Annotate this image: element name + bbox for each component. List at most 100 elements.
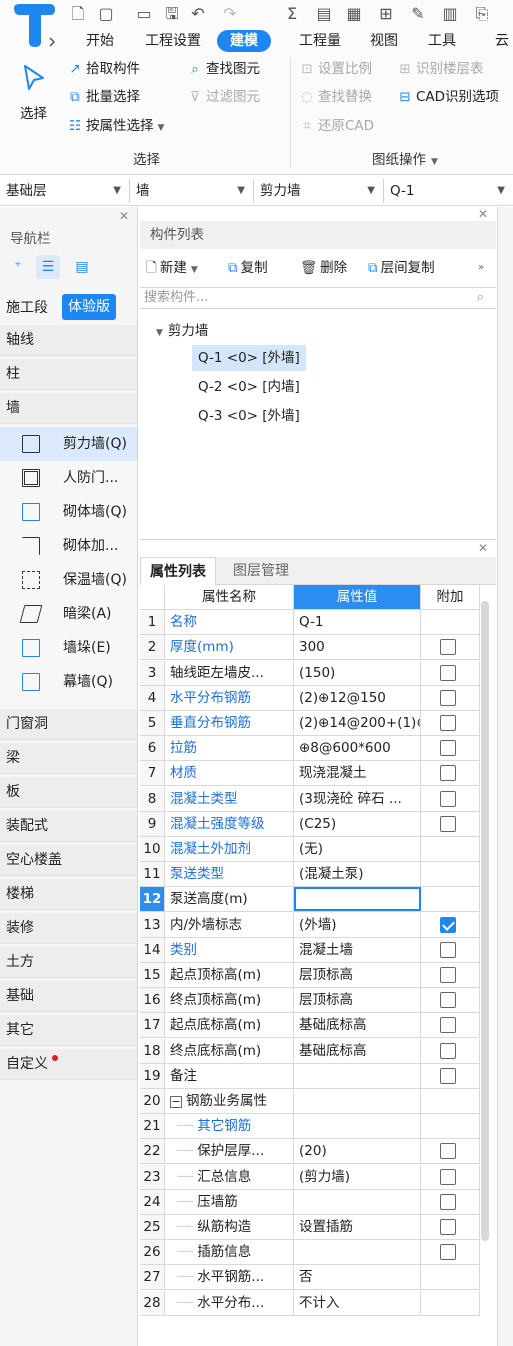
grid-icon[interactable]: ▦ [344,4,364,24]
component-select[interactable]: Q-1 ▼ [384,179,513,203]
undo-icon[interactable]: ↶ [188,4,208,24]
tab-view[interactable]: 视图 [366,30,402,52]
property-value[interactable]: 层顶标高 [294,963,421,987]
attach-checkbox[interactable] [440,1143,456,1160]
export-icon[interactable]: ⎘ [472,4,492,24]
group-drawing-ops-button[interactable]: 图纸操作 ▼ [372,148,438,168]
nav-category-hollow-floor[interactable]: 空心楼盖 [0,845,137,876]
property-value[interactable] [294,1114,421,1139]
nav-item-insulation-wall[interactable]: 保温墙(Q) [0,563,137,597]
attach-checkbox[interactable] [440,715,456,731]
floor-select[interactable]: 基础层 ▼ [0,179,130,203]
cad-identify-options-button[interactable]: ⊟ CAD识别选项 [396,86,499,108]
property-row[interactable]: 27 ┈┈ 水平钢筋... 否 [140,1265,480,1291]
tab-layer-management[interactable]: 图层管理 [224,557,298,585]
component-item[interactable]: Q-1 <0> [外墙] [192,345,306,371]
property-value[interactable] [294,1089,421,1113]
attach-checkbox[interactable] [440,815,456,832]
tab-cloud[interactable]: 云 [490,30,513,52]
nav-category-beam[interactable]: 梁 [0,743,137,774]
component-item[interactable]: Q-2 <0> [内墙] [192,374,306,400]
tab-start[interactable]: 开始 [80,30,120,52]
open-folder-icon[interactable]: ▭ [134,4,154,24]
property-row[interactable]: 5 垂直分布钢筋 (2)⊕14@200+(1)⊕ [140,711,480,736]
property-row[interactable]: 26 ┈┈ 插筋信息 [140,1240,480,1266]
nav-category-column[interactable]: 柱 [0,359,137,390]
close-icon[interactable]: ✕ [478,207,488,221]
attach-checkbox[interactable] [440,1168,456,1185]
redo-icon[interactable]: ↷ [220,4,240,24]
property-scrollbar[interactable] [481,601,489,1241]
find-replace-button[interactable]: ◌ 查找替换 [298,86,372,108]
property-value[interactable]: 300 [294,635,421,660]
property-row[interactable]: 10 混凝土外加剂 (无) [140,837,480,862]
property-value[interactable]: ⊕8@600*600 [294,736,421,761]
component-icon[interactable]: ⊞ [376,4,396,24]
property-row[interactable]: 22 ┈┈ 保护层厚... (20) [140,1139,480,1165]
property-row[interactable]: 16 终点顶标高(m) 层顶标高 [140,988,480,1014]
select-tool-button[interactable]: 选择 [14,64,54,126]
property-value[interactable]: (2)⊕14@200+(1)⊕ [294,711,421,735]
floor-copy-button[interactable]: ⧉ 层间复制 [368,257,435,279]
attach-checkbox[interactable] [440,967,456,983]
property-value[interactable]: (剪力墙) [294,1164,421,1189]
copy-component-button[interactable]: ⧉ 复制 [228,257,268,279]
attach-checkbox[interactable] [440,664,456,681]
nav-category-stairs[interactable]: 楼梯 [0,879,137,910]
nav-category-slab[interactable]: 板 [0,777,137,808]
nav-item-masonry-wall[interactable]: 砌体墙(Q) [0,495,137,529]
category-select[interactable]: 墙 ▼ [130,179,254,203]
nav-category-axis[interactable]: 轴线 [0,325,137,356]
more-icon[interactable]: » [478,257,484,279]
property-value[interactable] [294,1240,421,1265]
tab-modeling[interactable]: 建模 [217,30,271,52]
attach-checkbox[interactable] [440,689,456,706]
property-value[interactable]: (150) [294,660,421,685]
property-value[interactable]: Q-1 [294,610,421,635]
property-row[interactable]: 6 拉筋 ⊕8@600*600 [140,736,480,762]
property-value[interactable]: 现浇混凝土 [294,761,421,786]
property-row[interactable]: 7 材质 现浇混凝土 [140,761,480,787]
property-value[interactable]: 设置插筋 [294,1215,421,1239]
component-search-input[interactable]: 搜索构件... ⌕ [140,287,496,309]
attach-checkbox[interactable] [440,1042,456,1059]
property-row[interactable]: 11 泵送类型 (混凝土泵) [140,862,480,888]
property-row[interactable]: 3 轴线距左墙皮... (150) [140,660,480,686]
attach-checkbox[interactable] [440,740,456,757]
nav-item-masonry-reinforce[interactable]: 砌体加... [0,529,137,563]
construction-stage-row[interactable]: 施工段 体验版 [0,292,137,322]
nav-item-curtain-wall[interactable]: 幕墙(Q) [0,665,137,699]
attach-checkbox[interactable] [440,941,456,958]
pick-component-button[interactable]: ↗ 拾取构件 [66,58,140,80]
attach-checkbox[interactable] [440,790,456,807]
collapse-icon[interactable]: − [170,1096,182,1108]
add-sparkle-icon[interactable]: ⁺ [6,255,30,279]
property-value[interactable]: (2)⊕12@150 [294,685,421,710]
list-view-icon[interactable]: ☰ [36,255,60,279]
property-value[interactable]: 基础底标高 [294,1038,421,1063]
delete-component-button[interactable]: 🗑 删除 [300,257,347,279]
property-row[interactable]: 23 ┈┈ 汇总信息 (剪力墙) [140,1164,480,1190]
attach-checkbox[interactable] [440,916,456,933]
attach-checkbox[interactable] [440,992,456,1009]
property-row[interactable]: 19 备注 [140,1063,480,1089]
property-row[interactable]: 28 ┈┈ 水平分布... 不计入 [140,1290,480,1316]
property-value[interactable] [294,1189,421,1214]
property-value[interactable]: 基础底标高 [294,1013,421,1038]
property-row[interactable]: 15 起点顶标高(m) 层顶标高 [140,963,480,988]
property-value[interactable]: (3现浇砼 碎石 ... [294,786,421,811]
property-value[interactable]: (20) [294,1139,421,1164]
detail-view-icon[interactable]: ▤ [70,255,94,279]
property-value[interactable] [294,1063,421,1088]
attach-checkbox[interactable] [440,1193,456,1210]
new-doc-icon[interactable]: ▢ [96,4,116,24]
close-icon[interactable]: ✕ [119,209,129,223]
property-row[interactable]: 24 ┈┈ 压墙筋 [140,1189,480,1215]
sum-icon[interactable]: Σ [282,4,302,24]
tree-root-shear-wall[interactable]: ▼ 剪力墙 [156,319,208,339]
nav-category-other[interactable]: 其它 [0,1015,137,1046]
property-row[interactable]: 12 泵送高度(m) [140,887,480,913]
attach-checkbox[interactable] [440,639,456,656]
attach-checkbox[interactable] [440,1219,456,1235]
edit-icon[interactable]: ✎ [408,4,428,24]
